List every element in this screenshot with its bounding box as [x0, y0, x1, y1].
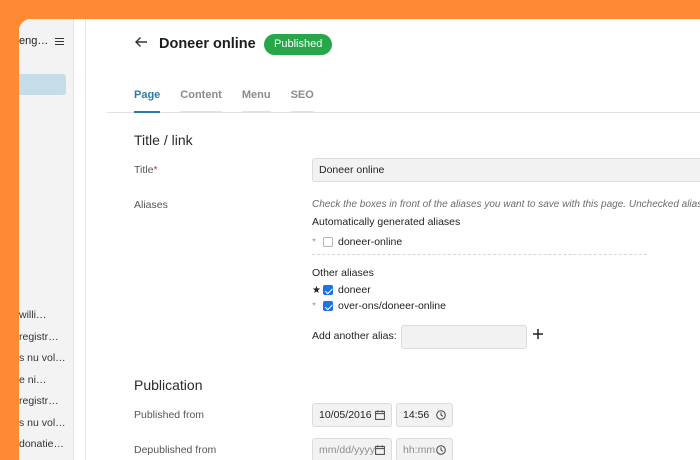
- sidebar-list: willi… registr… s nu vol… e ni… registr……: [19, 308, 73, 459]
- alias-star: ★: [312, 284, 321, 296]
- sidebar-title: eng…: [19, 35, 49, 47]
- aliases-hint: Check the boxes in front of the aliases …: [312, 199, 700, 210]
- published-date-value: 10/05/2016: [319, 409, 372, 421]
- auto-aliases-heading: Automatically generated aliases: [312, 216, 461, 228]
- sidebar-item[interactable]: donatie…: [19, 437, 73, 459]
- sidebar-item[interactable]: registr…: [19, 394, 73, 416]
- published-time-value: 14:56: [403, 409, 430, 421]
- other-aliases-heading: Other aliases: [312, 267, 374, 279]
- sidebar-header: eng…: [19, 35, 73, 47]
- alias-label: over-ons/doneer-online: [338, 300, 446, 312]
- back-arrow-icon[interactable]: [134, 35, 148, 49]
- divider: [312, 254, 647, 255]
- sidebar-item[interactable]: registr…: [19, 330, 73, 352]
- required-marker: *: [153, 164, 158, 176]
- depublished-from-label: Depublished from: [134, 444, 217, 456]
- alias-checkbox[interactable]: [323, 237, 333, 247]
- add-alias-label: Add another alias:: [312, 330, 397, 342]
- sidebar-item[interactable]: willi…: [19, 308, 73, 330]
- clock-icon[interactable]: [436, 410, 446, 420]
- depublished-date-input[interactable]: mm/dd/yyyy: [312, 438, 392, 460]
- page-title: Doneer online: [159, 36, 256, 52]
- sidebar-item[interactable]: s nu vol…: [19, 416, 73, 438]
- menu-icon[interactable]: [55, 37, 64, 45]
- depublished-time-placeholder: hh:mm: [403, 444, 436, 456]
- app-window: eng… willi… registr… s nu vol… e ni… reg…: [19, 19, 700, 460]
- published-time-input[interactable]: 14:56: [396, 403, 453, 427]
- section-title-link: Title / link: [134, 132, 193, 148]
- title-label: Title*: [134, 164, 158, 176]
- tab-page[interactable]: Page: [134, 89, 161, 113]
- alias-row: * over-ons/doneer-online: [312, 299, 446, 313]
- main-content: Doneer online Published Page Content Men…: [107, 19, 700, 460]
- tab-content[interactable]: Content: [180, 89, 222, 113]
- alias-label: doneer: [338, 284, 371, 296]
- sidebar-item[interactable]: s nu vol…: [19, 351, 73, 373]
- alias-row: * doneer-online: [312, 235, 402, 249]
- alias-star: *: [312, 300, 316, 312]
- add-alias-input[interactable]: [401, 325, 527, 349]
- sidebar-resize-handle[interactable]: [74, 19, 86, 460]
- calendar-icon[interactable]: [375, 445, 385, 455]
- tab-bar: Page Content Menu SEO: [134, 89, 314, 113]
- alias-row: ★ doneer: [312, 283, 371, 297]
- tab-menu[interactable]: Menu: [241, 89, 271, 113]
- status-badge: Published: [264, 34, 333, 55]
- calendar-icon[interactable]: [375, 410, 385, 420]
- title-input[interactable]: Doneer online: [312, 158, 700, 182]
- alias-star: *: [312, 236, 316, 248]
- sidebar-item[interactable]: e ni…: [19, 373, 73, 395]
- alias-checkbox[interactable]: [323, 301, 333, 311]
- plus-icon[interactable]: [532, 327, 544, 343]
- tab-seo[interactable]: SEO: [290, 89, 314, 113]
- clock-icon[interactable]: [436, 445, 446, 455]
- aliases-label: Aliases: [134, 199, 168, 211]
- section-publication: Publication: [134, 377, 203, 393]
- alias-checkbox[interactable]: [323, 285, 333, 295]
- alias-label: doneer-online: [338, 236, 403, 248]
- published-from-label: Published from: [134, 409, 205, 421]
- published-date-input[interactable]: 10/05/2016: [312, 403, 392, 427]
- depublished-time-input[interactable]: hh:mm: [396, 438, 453, 460]
- sidebar: eng… willi… registr… s nu vol… e ni… reg…: [19, 19, 74, 460]
- sidebar-item-active[interactable]: [19, 74, 66, 95]
- depublished-date-placeholder: mm/dd/yyyy: [319, 444, 376, 456]
